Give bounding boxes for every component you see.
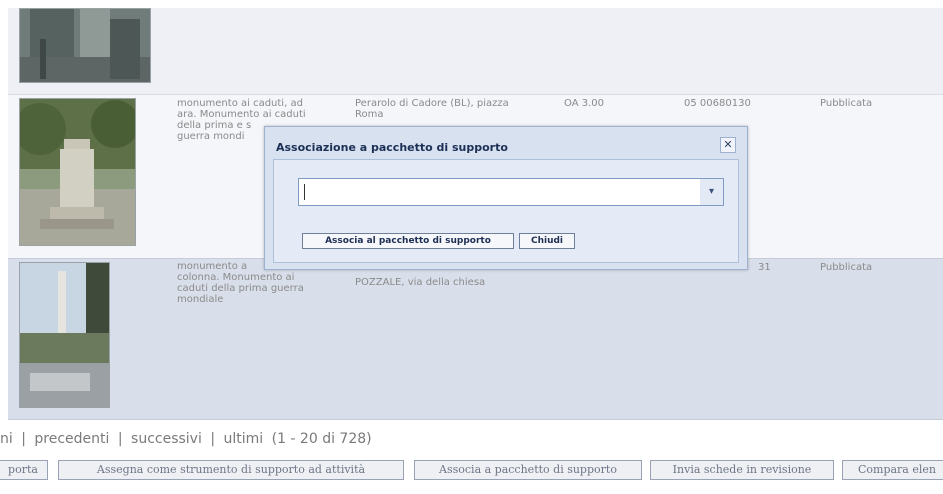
result-code: 31 bbox=[758, 262, 771, 273]
chevron-down-icon[interactable]: ▾ bbox=[700, 178, 724, 206]
package-association-dialog: Associazione a pacchetto di supporto ✕ ▾… bbox=[264, 126, 748, 270]
assign-tool-button[interactable]: Assegna come strumento di supporto ad at… bbox=[58, 460, 404, 480]
associate-button[interactable]: Associa al pacchetto di supporto bbox=[302, 233, 514, 249]
pager-separator: | bbox=[21, 431, 26, 447]
result-row[interactable] bbox=[8, 8, 943, 94]
result-code: 05 00680130 bbox=[684, 98, 751, 109]
result-thumbnail[interactable] bbox=[19, 98, 136, 246]
result-row[interactable]: monumento a colonna. Monumento ai caduti… bbox=[8, 258, 943, 420]
result-thumbnail[interactable] bbox=[19, 8, 151, 83]
package-select[interactable] bbox=[298, 178, 706, 206]
pager-range: (1 - 20 di 728) bbox=[271, 431, 372, 447]
dialog-title: Associazione a pacchetto di supporto bbox=[276, 141, 508, 154]
result-status: Pubblicata bbox=[820, 262, 873, 273]
close-icon[interactable]: ✕ bbox=[720, 137, 736, 153]
pager-first-link[interactable]: ni bbox=[0, 431, 13, 447]
result-type-code: OA 3.00 bbox=[564, 98, 604, 109]
send-review-button[interactable]: Invia schede in revisione bbox=[650, 460, 834, 480]
result-location: POZZALE, via della chiesa bbox=[355, 277, 486, 288]
compare-button[interactable]: Compara elen bbox=[842, 460, 943, 480]
dialog-body: ▾ Associa al pacchetto di supporto Chiud… bbox=[273, 159, 739, 263]
action-bar: porta Assegna come strumento di supporto… bbox=[0, 460, 943, 482]
pager-next-link[interactable]: successivi bbox=[131, 431, 202, 447]
pager-separator: | bbox=[117, 431, 123, 447]
export-button[interactable]: porta bbox=[0, 460, 48, 480]
pager-previous-link[interactable]: precedenti bbox=[34, 431, 109, 447]
dialog-close-button[interactable]: Chiudi bbox=[519, 233, 575, 249]
result-thumbnail[interactable] bbox=[19, 262, 110, 408]
result-status: Pubblicata bbox=[820, 98, 873, 109]
pagination: ni | precedenti | successivi | ultimi (1… bbox=[0, 431, 376, 447]
pager-last-link[interactable]: ultimi bbox=[223, 431, 263, 447]
text-cursor bbox=[304, 184, 305, 200]
result-location: Perarolo di Cadore (BL), piazza Roma bbox=[355, 98, 509, 120]
pager-separator: | bbox=[210, 431, 216, 447]
associate-package-button[interactable]: Associa a pacchetto di supporto bbox=[414, 460, 642, 480]
